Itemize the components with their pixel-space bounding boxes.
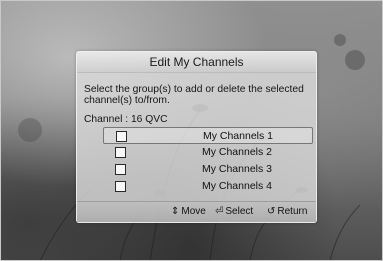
group-label: My Channels 4 [201,180,273,192]
return-hint[interactable]: ↺ Return [267,206,307,218]
group-row-my-channels-1[interactable]: My Channels 1 [103,127,313,144]
select-label: Select [225,206,254,217]
checkbox[interactable] [116,131,127,142]
select-hint[interactable]: ⏎ Select [215,206,253,218]
checkbox[interactable] [115,164,126,175]
group-row-my-channels-4[interactable]: My Channels 4 [103,178,313,195]
up-down-arrows-icon: ⇕ [171,206,180,217]
move-label: Move [181,206,206,217]
checkbox[interactable] [115,147,126,158]
dialog-prompt: Select the group(s) to add or delete the… [84,84,304,106]
checkbox[interactable] [115,181,126,192]
channel-info: Channel : 16 QVC [84,114,168,125]
group-label: My Channels 3 [201,163,273,175]
return-label: Return [277,206,308,217]
group-label: My Channels 2 [201,146,273,158]
tv-screen: Edit My Channels Select the group(s) to … [0,0,383,261]
group-row-my-channels-3[interactable]: My Channels 3 [103,161,313,178]
return-arrow-icon: ↺ [267,206,276,217]
move-hint: ⇕ Move [171,206,206,218]
group-list: My Channels 1 My Channels 2 My Channels … [103,127,313,195]
dialog-footer: ⇕ Move ⏎ Select ↺ Return [77,201,316,222]
group-row-my-channels-2[interactable]: My Channels 2 [103,144,313,161]
group-label: My Channels 1 [202,130,274,142]
enter-icon: ⏎ [215,206,224,217]
edit-my-channels-dialog: Edit My Channels Select the group(s) to … [76,51,317,223]
dialog-title: Edit My Channels [77,52,316,73]
